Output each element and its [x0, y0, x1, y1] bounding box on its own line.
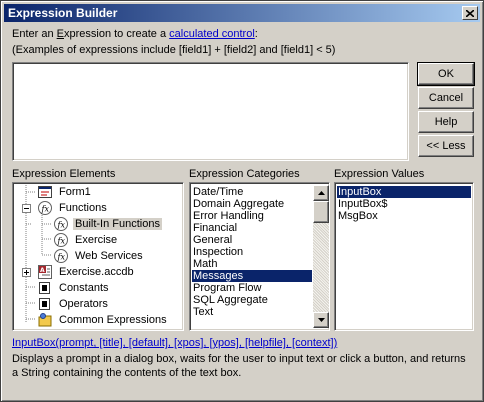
- category-item[interactable]: General: [192, 234, 232, 246]
- arrow-down-icon: [317, 318, 325, 322]
- tree-item-constants[interactable]: Constants: [37, 280, 111, 296]
- tree-item-web-services[interactable]: fx Web Services: [53, 248, 145, 264]
- function-icon: fx: [54, 233, 68, 247]
- tree-item-form1[interactable]: Form1: [37, 184, 93, 200]
- intro-text: Enter an Expression to create a calculat…: [12, 28, 258, 40]
- tree-item-label: Common Expressions: [59, 314, 167, 326]
- collapse-minus-icon[interactable]: [22, 203, 31, 213]
- description-line-2: a String containing the contents of the …: [12, 367, 242, 379]
- category-item[interactable]: Error Handling: [192, 210, 264, 222]
- scroll-down-button[interactable]: [313, 312, 329, 328]
- category-item[interactable]: Math: [192, 258, 217, 270]
- tree-item-common-expressions[interactable]: Common Expressions: [37, 312, 169, 328]
- values-list[interactable]: InputBox InputBox$ MsgBox: [334, 182, 474, 331]
- tree-item-label: Operators: [59, 298, 108, 310]
- tree-item-exercise[interactable]: fx Exercise: [53, 232, 119, 248]
- tree-item-operators[interactable]: Operators: [37, 296, 110, 312]
- arrow-up-icon: [317, 191, 325, 195]
- title-bar[interactable]: Expression Builder: [4, 4, 480, 22]
- syntax-link[interactable]: InputBox(prompt, [title], [default], [xp…: [12, 337, 337, 349]
- tree-item-exercise-accdb[interactable]: A Exercise.accdb: [22, 264, 136, 280]
- categories-scrollbar[interactable]: [313, 185, 329, 328]
- value-item-selected[interactable]: InputBox: [337, 186, 471, 198]
- expression-input[interactable]: [12, 62, 409, 161]
- function-icon: fx: [54, 249, 68, 263]
- svg-text:fx: fx: [41, 205, 50, 214]
- svg-text:fx: fx: [57, 253, 66, 262]
- tree-item-label: Exercise.accdb: [59, 266, 134, 278]
- category-item[interactable]: Inspection: [192, 246, 243, 258]
- tree-item-label: Web Services: [75, 250, 143, 262]
- function-icon: fx: [54, 217, 68, 231]
- common-expressions-icon: [38, 313, 52, 327]
- category-item[interactable]: Domain Aggregate: [192, 198, 284, 210]
- constants-folder-icon: [39, 282, 50, 294]
- category-item-selected[interactable]: Messages: [192, 270, 312, 282]
- scroll-up-button[interactable]: [313, 185, 329, 201]
- intro-accelerator: E: [56, 28, 64, 40]
- close-button[interactable]: [462, 6, 478, 20]
- tree-item-label: Built-In Functions: [73, 218, 162, 230]
- categories-label: Expression Categories: [189, 168, 300, 180]
- elements-tree[interactable]: Form1 fx Functions fx Built-In Functions…: [12, 182, 184, 331]
- window-title: Expression Builder: [8, 6, 118, 20]
- value-item[interactable]: MsgBox: [337, 210, 378, 222]
- tree-item-label: Exercise: [75, 234, 118, 246]
- category-item[interactable]: Text: [192, 306, 213, 318]
- svg-text:A: A: [40, 267, 45, 274]
- intro-pre: Enter an: [12, 28, 57, 40]
- tree-item-label: Functions: [59, 202, 107, 214]
- svg-text:fx: fx: [57, 221, 66, 230]
- tree-item-functions[interactable]: fx Functions: [22, 200, 109, 216]
- calculated-control-link[interactable]: calculated control: [169, 28, 255, 40]
- expand-plus-icon[interactable]: [22, 267, 31, 277]
- categories-list[interactable]: Date/Time Domain Aggregate Error Handlin…: [189, 182, 330, 331]
- tree-item-label: Form1: [59, 186, 91, 198]
- form-icon: [38, 186, 52, 198]
- category-item[interactable]: Program Flow: [192, 282, 261, 294]
- examples-text: (Examples of expressions include [field1…: [12, 44, 336, 56]
- expression-builder-dialog: Expression Builder Enter an Expression t…: [0, 0, 484, 402]
- database-icon: A: [38, 265, 52, 279]
- cancel-button[interactable]: Cancel: [418, 87, 474, 109]
- elements-label: Expression Elements: [12, 168, 116, 180]
- ok-button[interactable]: OK: [417, 62, 475, 86]
- value-item[interactable]: InputBox$: [337, 198, 388, 210]
- operators-folder-icon: [39, 298, 50, 310]
- tree-item-label: Constants: [59, 282, 109, 294]
- tree-item-built-in-functions[interactable]: fx Built-In Functions: [53, 216, 162, 232]
- intro-mid: xpression to create a: [63, 28, 170, 40]
- close-icon: [466, 9, 474, 17]
- help-button[interactable]: Help: [418, 111, 474, 133]
- category-item[interactable]: SQL Aggregate: [192, 294, 268, 306]
- description-line-1: Displays a prompt in a dialog box, waits…: [12, 353, 466, 365]
- scroll-thumb[interactable]: [313, 201, 329, 223]
- category-item[interactable]: Date/Time: [192, 186, 243, 198]
- category-item[interactable]: Financial: [192, 222, 237, 234]
- intro-post: :: [254, 28, 258, 40]
- values-label: Expression Values: [334, 168, 425, 180]
- function-icon: fx: [38, 201, 52, 215]
- less-button[interactable]: << Less: [418, 135, 474, 157]
- svg-text:fx: fx: [57, 237, 66, 246]
